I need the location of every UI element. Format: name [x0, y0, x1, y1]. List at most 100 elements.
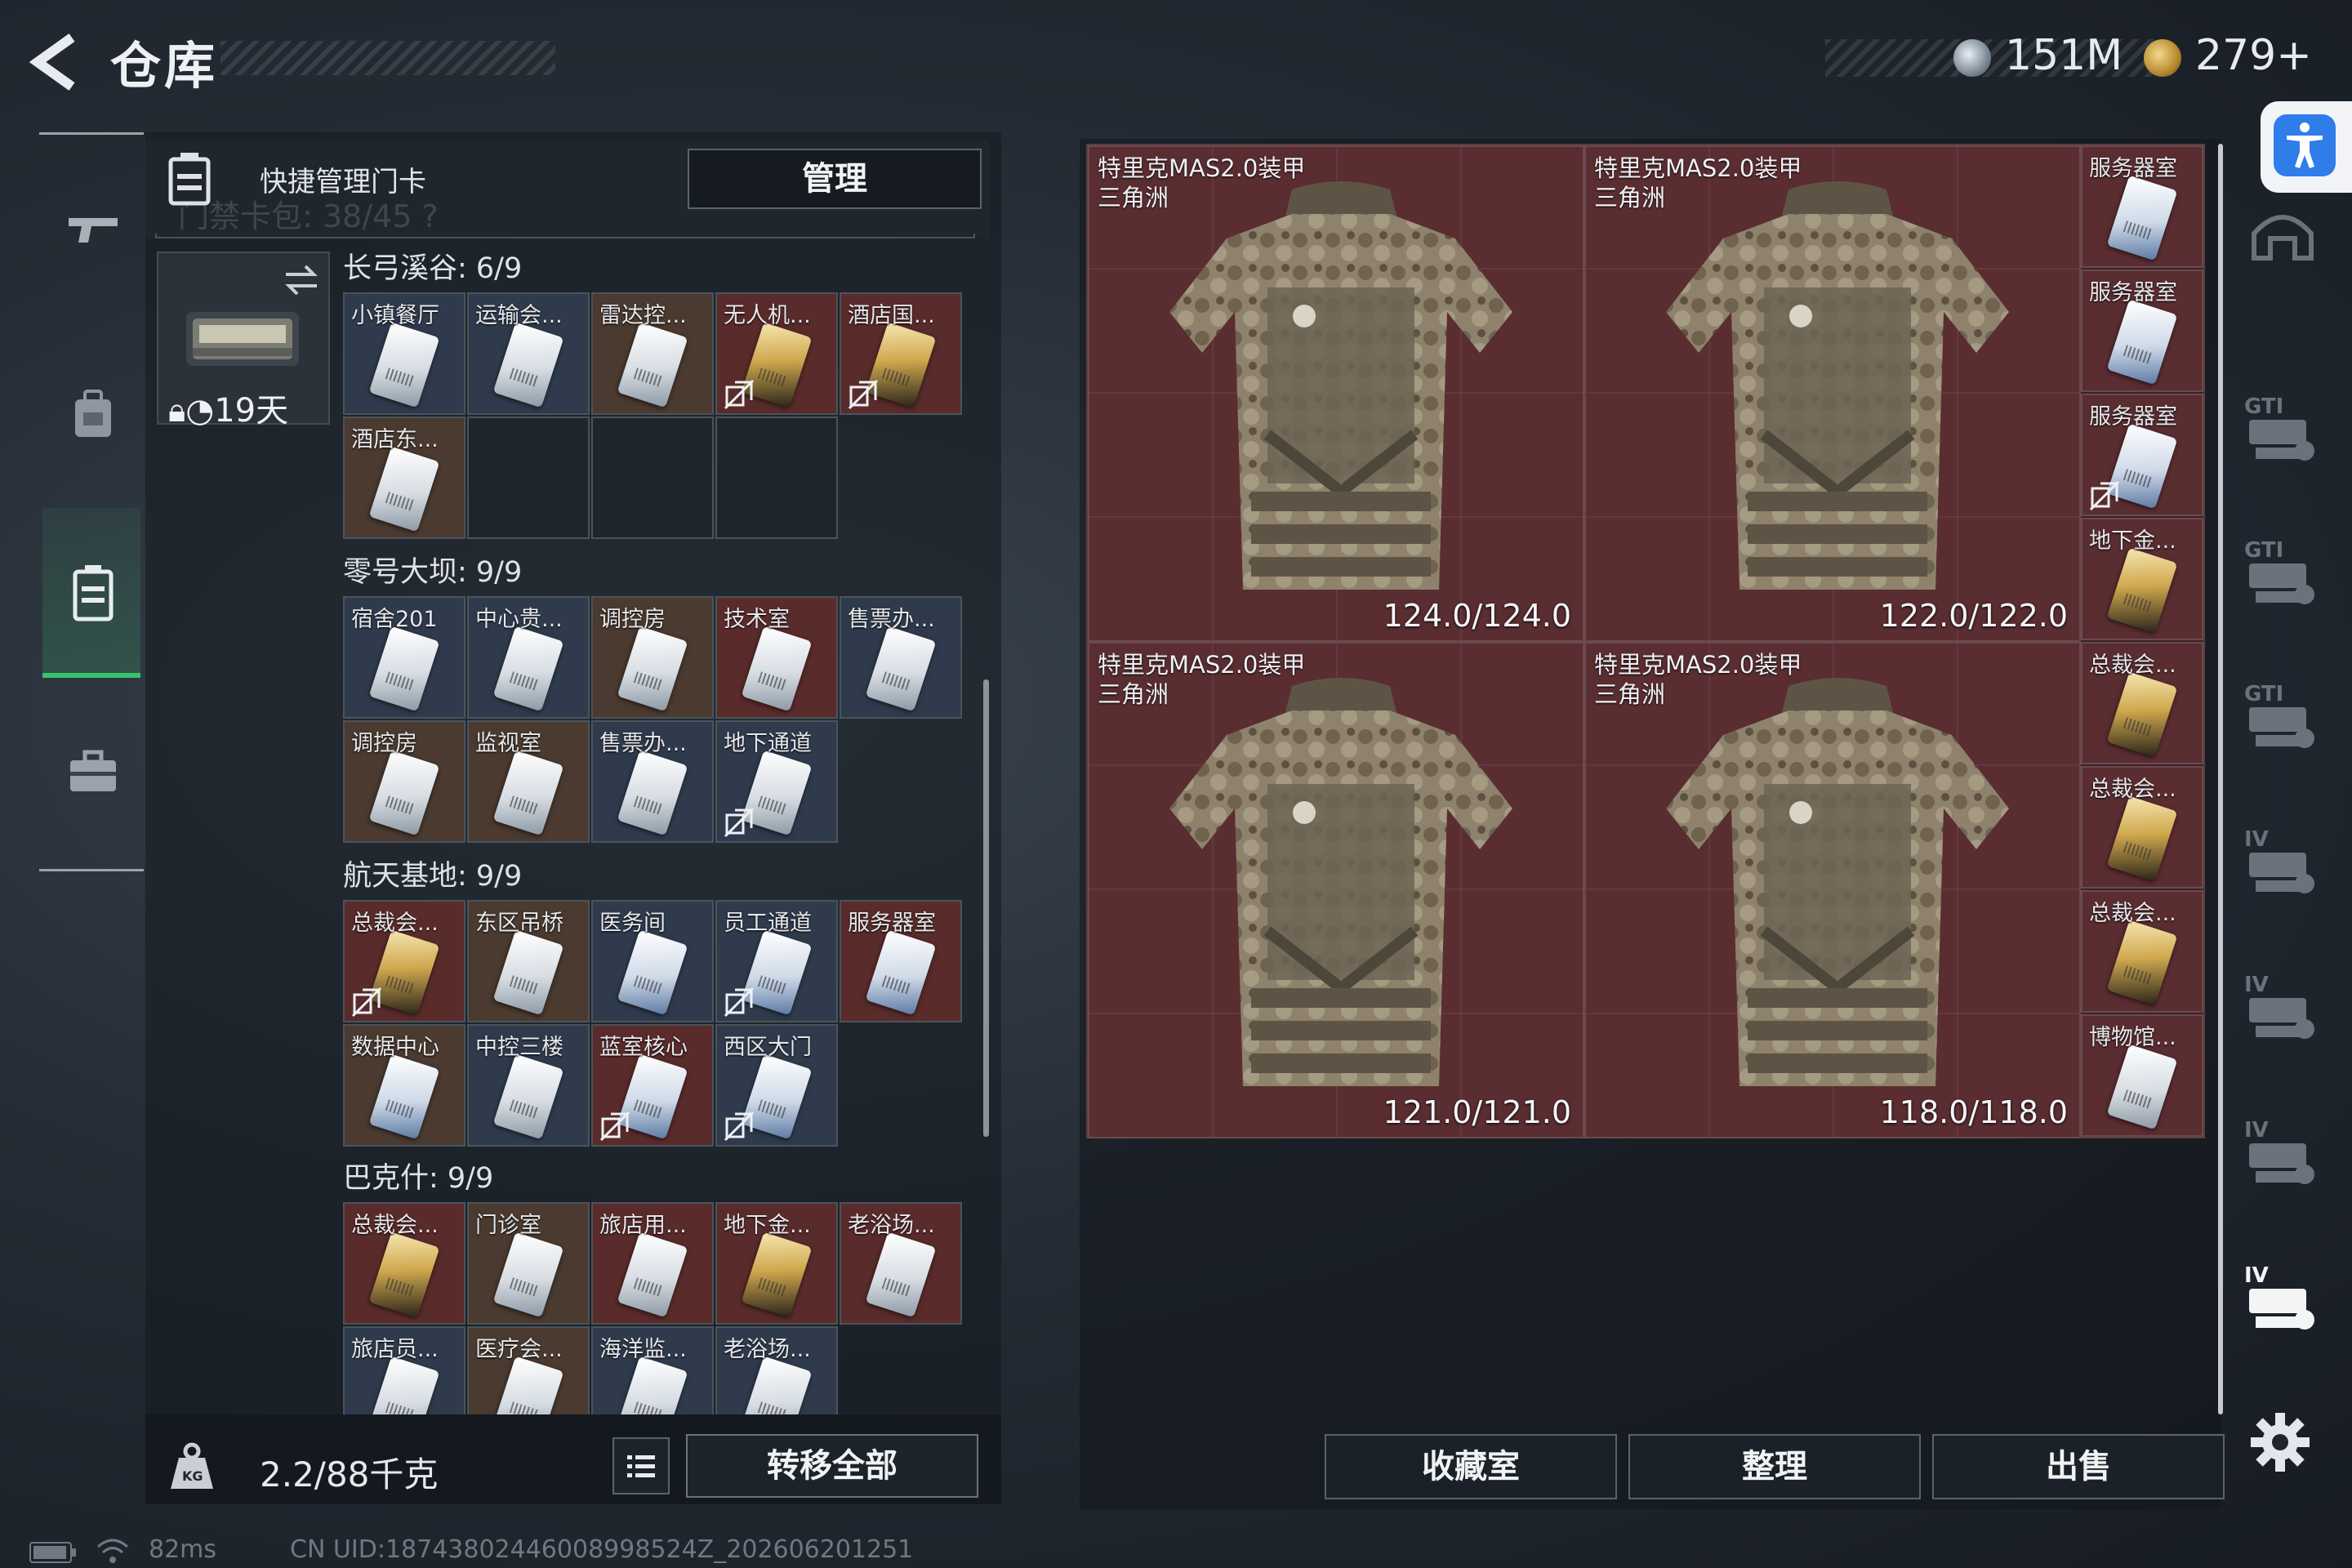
keycard-icon	[368, 1054, 440, 1140]
keycard-slot[interactable]: 员工通道	[715, 900, 838, 1022]
keycard-label: 海洋监...	[599, 1337, 687, 1362]
sort-button[interactable]: 整理	[1628, 1434, 1921, 1499]
collection-room-button[interactable]: 收藏室	[1325, 1434, 1617, 1499]
triangle-currency-value[interactable]: 279+	[2195, 31, 2312, 80]
list-view-button[interactable]	[612, 1437, 670, 1494]
keycard-icon	[368, 446, 440, 532]
svg-text:IV: IV	[2244, 1118, 2269, 1143]
transfer-all-button[interactable]: 转移全部	[686, 1434, 978, 1498]
gti-helmet-icon[interactable]: GTI	[2238, 528, 2328, 617]
keycard-slot[interactable]: 小镇餐厅	[343, 292, 466, 415]
keycard-slot[interactable]: 西区大门	[715, 1024, 838, 1147]
keycard-slot[interactable]: 中控三楼	[467, 1024, 590, 1147]
keycard-slot[interactable]: 地下通道	[715, 720, 838, 843]
keycard-slot[interactable]: 老浴场...	[715, 1326, 838, 1414]
keycard-slot[interactable]: 旅店用...	[591, 1202, 714, 1325]
keycard-slot[interactable]: 服务器室	[2081, 270, 2203, 392]
gti-armor-icon[interactable]: GTI	[2238, 384, 2328, 474]
nav-item-weapons[interactable]	[42, 170, 140, 292]
svg-text:GTI: GTI	[2244, 538, 2283, 563]
keycard-icon	[865, 929, 937, 1016]
keycard-slot[interactable]: 老浴场...	[840, 1202, 962, 1325]
keycard-slot[interactable]: 博物馆...	[2081, 1014, 2203, 1137]
nav-item-backpack[interactable]	[42, 351, 140, 474]
keycard-case-slot[interactable]: 🔒︎◔19天	[157, 252, 330, 430]
settings-button[interactable]	[2247, 1410, 2313, 1475]
keycard-slot[interactable]: 监视室	[467, 720, 590, 843]
keycard-slot[interactable]: 东区吊桥	[467, 900, 590, 1022]
keycard-slot[interactable]: 服务器室	[2081, 394, 2203, 516]
keycard-label: 旅店员...	[351, 1337, 439, 1362]
keycard-slot[interactable]: 售票办...	[591, 720, 714, 843]
keycard-slot[interactable]: 门诊室	[467, 1202, 590, 1325]
iv-rig-icon[interactable]: IV	[2238, 962, 2328, 1052]
keycard-slot[interactable]: 数据中心	[343, 1024, 466, 1147]
keycard-slot[interactable]: 技术室	[715, 596, 838, 719]
armor-item[interactable]: 特里克MAS2.0装甲 三角洲 122.0/122.0	[1584, 145, 2081, 642]
keycard-icon	[368, 1356, 440, 1414]
keycard-slot[interactable]: 总裁会...	[2081, 642, 2203, 764]
keycard-slot[interactable]: 雷达控...	[591, 292, 714, 415]
manage-button[interactable]: 管理	[688, 149, 982, 209]
keycard-slot[interactable]: 总裁会...	[2081, 766, 2203, 889]
nav-item-keycards[interactable]	[42, 508, 140, 678]
keycard-slot[interactable]: 酒店东...	[343, 416, 466, 539]
keycard-slot[interactable]: 无人机...	[715, 292, 838, 415]
dome-icon[interactable]	[2238, 193, 2328, 283]
armor-item[interactable]: 特里克MAS2.0装甲 三角洲 124.0/124.0	[1088, 145, 1584, 642]
gti-triangle-icon[interactable]: GTI	[2238, 671, 2328, 761]
back-button[interactable]	[23, 31, 88, 93]
keycard-icon	[2106, 795, 2178, 882]
keycard-case-icon	[73, 565, 114, 621]
keycard-icon	[617, 1232, 688, 1318]
swap-icon[interactable]	[281, 260, 322, 301]
keycard-slot[interactable]: 酒店国...	[840, 292, 962, 415]
sell-button[interactable]: 出售	[1932, 1434, 2225, 1499]
keycard-slot[interactable]: 运输会...	[467, 292, 590, 415]
keycard-slot[interactable]: 蓝室核心	[591, 1024, 714, 1147]
section-grid: 总裁会... 门诊室 旅店用... 地下金... 老浴场... 旅店员... 医疗会... 海…	[343, 1202, 964, 1414]
keycard-label: 老浴场...	[724, 1337, 811, 1362]
keycard-slot[interactable]: 中心贵...	[467, 596, 590, 719]
lock-icon: 🔒︎	[168, 392, 186, 430]
keycard-slot[interactable]: 售票办...	[840, 596, 962, 719]
keycard-icon	[492, 626, 564, 712]
keycard-slot[interactable]: 服务器室	[2081, 145, 2203, 268]
keycard-label: 地下金...	[2089, 528, 2176, 554]
svg-text:KG: KG	[182, 1468, 203, 1484]
keycard-icon	[865, 626, 937, 712]
nav-item-toolbox[interactable]	[42, 710, 140, 833]
iv-rig-icon[interactable]: IV	[2238, 1107, 2328, 1197]
panel-scrollbar[interactable]	[983, 679, 989, 1137]
keycard-slot[interactable]: 宿舍201	[343, 596, 466, 719]
stash-scrollbar[interactable]	[2218, 144, 2223, 1414]
keycard-slot[interactable]: 总裁会...	[2081, 890, 2203, 1013]
iv-rig-icon[interactable]: IV	[2238, 817, 2328, 906]
keycard-icon	[617, 750, 688, 836]
armor-durability: 121.0/121.0	[1383, 1094, 1571, 1130]
keycard-slot[interactable]: 地下金...	[2081, 518, 2203, 640]
keycard-slot[interactable]: 医务间	[591, 900, 714, 1022]
keycard-label: 地下金...	[724, 1213, 811, 1238]
armor-item[interactable]: 特里克MAS2.0装甲 三角洲 121.0/121.0	[1088, 642, 1584, 1138]
keycard-slot[interactable]: 总裁会...	[343, 1202, 466, 1325]
keycard-slot[interactable]: 调控房	[343, 720, 466, 843]
keycard-label: 服务器室	[2089, 280, 2177, 305]
svg-text:GTI: GTI	[2244, 394, 2283, 419]
keycard-slot[interactable]: 旅店员...	[343, 1326, 466, 1414]
keycard-slot[interactable]: 服务器室	[840, 900, 962, 1022]
iv-rig-icon[interactable]: IV	[2238, 1253, 2328, 1343]
keycard-label: 无人机...	[724, 303, 811, 328]
armor-item[interactable]: 特里克MAS2.0装甲 三角洲 118.0/118.0	[1584, 642, 2081, 1138]
keycard-slot[interactable]: 调控房	[591, 596, 714, 719]
keycard-slot[interactable]: 总裁会...	[343, 900, 466, 1022]
keycard-icon	[368, 626, 440, 712]
keycard-slot[interactable]: 医疗会...	[467, 1326, 590, 1414]
keycard-label: 调控房	[599, 607, 666, 632]
keycard-label: 员工通道	[724, 911, 812, 936]
keycard-slot[interactable]: 海洋监...	[591, 1326, 714, 1414]
accessibility-button[interactable]	[2261, 101, 2352, 193]
weight-icon: KG	[167, 1441, 216, 1492]
keycard-slot[interactable]: 地下金...	[715, 1202, 838, 1325]
section-title: 长弓溪谷: 6/9	[343, 252, 523, 285]
